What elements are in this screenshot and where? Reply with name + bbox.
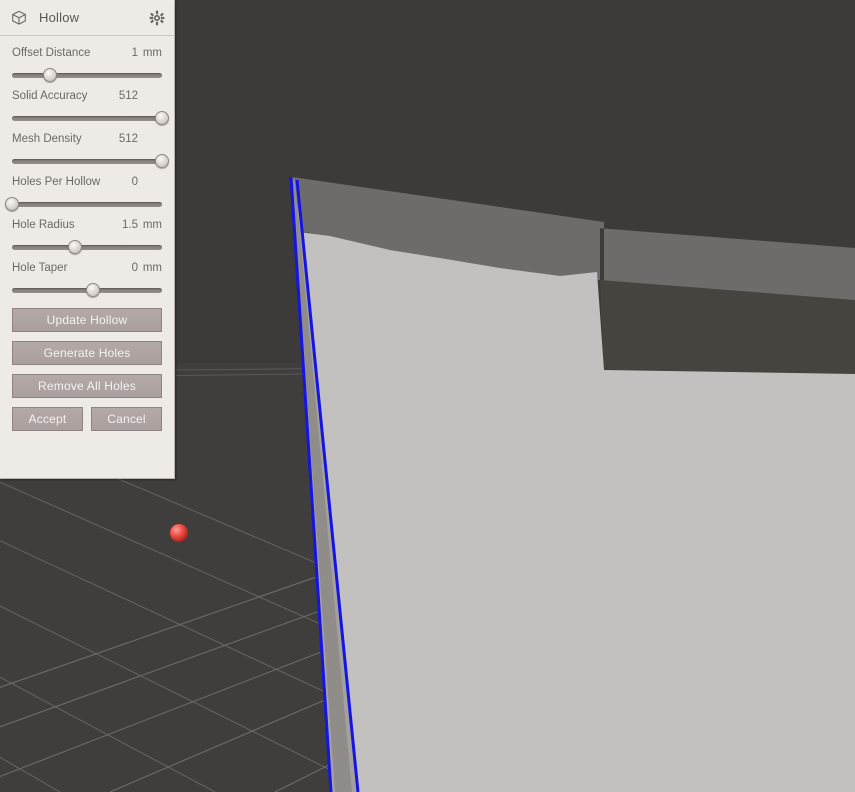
value-mesh-density: 512	[118, 133, 138, 145]
slider-hole-radius[interactable]	[12, 238, 162, 256]
value-offset-distance: 1	[131, 47, 138, 59]
cube-icon	[12, 10, 26, 25]
slider-knob[interactable]	[155, 111, 169, 125]
unit-hole-taper: mm	[142, 262, 162, 274]
label-hole-taper: Hole Taper	[12, 262, 68, 274]
slider-knob[interactable]	[68, 240, 82, 254]
label-holes-per-hollow: Holes Per Hollow	[12, 176, 101, 188]
slider-knob[interactable]	[5, 197, 19, 211]
slider-solid-accuracy[interactable]	[12, 109, 169, 127]
slider-knob[interactable]	[42, 68, 57, 82]
slider-track[interactable]	[12, 159, 162, 164]
confirm-button-row: Accept Cancel	[12, 398, 162, 431]
field-hole-radius: Hole Radius 1.5 mm	[12, 216, 162, 256]
panel-body: Offset Distance 1 mm Solid Accuracy 512	[0, 36, 174, 431]
label-solid-accuracy: Solid Accuracy	[12, 90, 88, 102]
remove-all-holes-button[interactable]: Remove All Holes	[12, 374, 162, 398]
field-offset-distance: Offset Distance 1 mm	[12, 44, 162, 84]
slider-track[interactable]	[12, 202, 162, 207]
slider-track[interactable]	[12, 73, 162, 78]
gear-icon[interactable]	[149, 10, 165, 26]
app-window: Hollow Offset Distance 1 mm Solid Accura…	[0, 0, 855, 792]
field-solid-accuracy: Solid Accuracy 512	[12, 87, 169, 127]
label-mesh-density: Mesh Density	[12, 133, 82, 145]
value-hole-radius: 1.5	[122, 219, 138, 231]
slider-knob[interactable]	[155, 154, 169, 168]
value-holes-per-hollow: 0	[131, 176, 138, 188]
field-holes-per-hollow: Holes Per Hollow 0	[5, 173, 162, 213]
value-hole-taper: 0	[131, 262, 138, 274]
pivot-marker-icon[interactable]	[168, 522, 190, 544]
slider-track[interactable]	[12, 116, 162, 121]
slider-hole-taper[interactable]	[12, 281, 162, 299]
unit-hole-radius: mm	[142, 219, 162, 231]
panel-header: Hollow	[0, 0, 174, 36]
accept-button[interactable]: Accept	[12, 407, 83, 431]
unit-offset-distance: mm	[142, 47, 162, 59]
slider-holes-per-hollow[interactable]	[5, 195, 162, 213]
slider-track[interactable]	[12, 245, 162, 250]
value-solid-accuracy: 512	[118, 90, 138, 102]
field-hole-taper: Hole Taper 0 mm	[12, 259, 162, 299]
generate-holes-button[interactable]: Generate Holes	[12, 341, 162, 365]
field-mesh-density: Mesh Density 512	[12, 130, 169, 170]
hollow-panel: Hollow Offset Distance 1 mm Solid Accura…	[0, 0, 175, 479]
label-offset-distance: Offset Distance	[12, 47, 91, 59]
slider-offset-distance[interactable]	[12, 66, 162, 84]
cancel-button[interactable]: Cancel	[91, 407, 162, 431]
label-hole-radius: Hole Radius	[12, 219, 75, 231]
panel-title: Hollow	[39, 10, 80, 25]
update-hollow-button[interactable]: Update Hollow	[12, 308, 162, 332]
slider-knob[interactable]	[86, 283, 100, 297]
slider-mesh-density[interactable]	[12, 152, 169, 170]
